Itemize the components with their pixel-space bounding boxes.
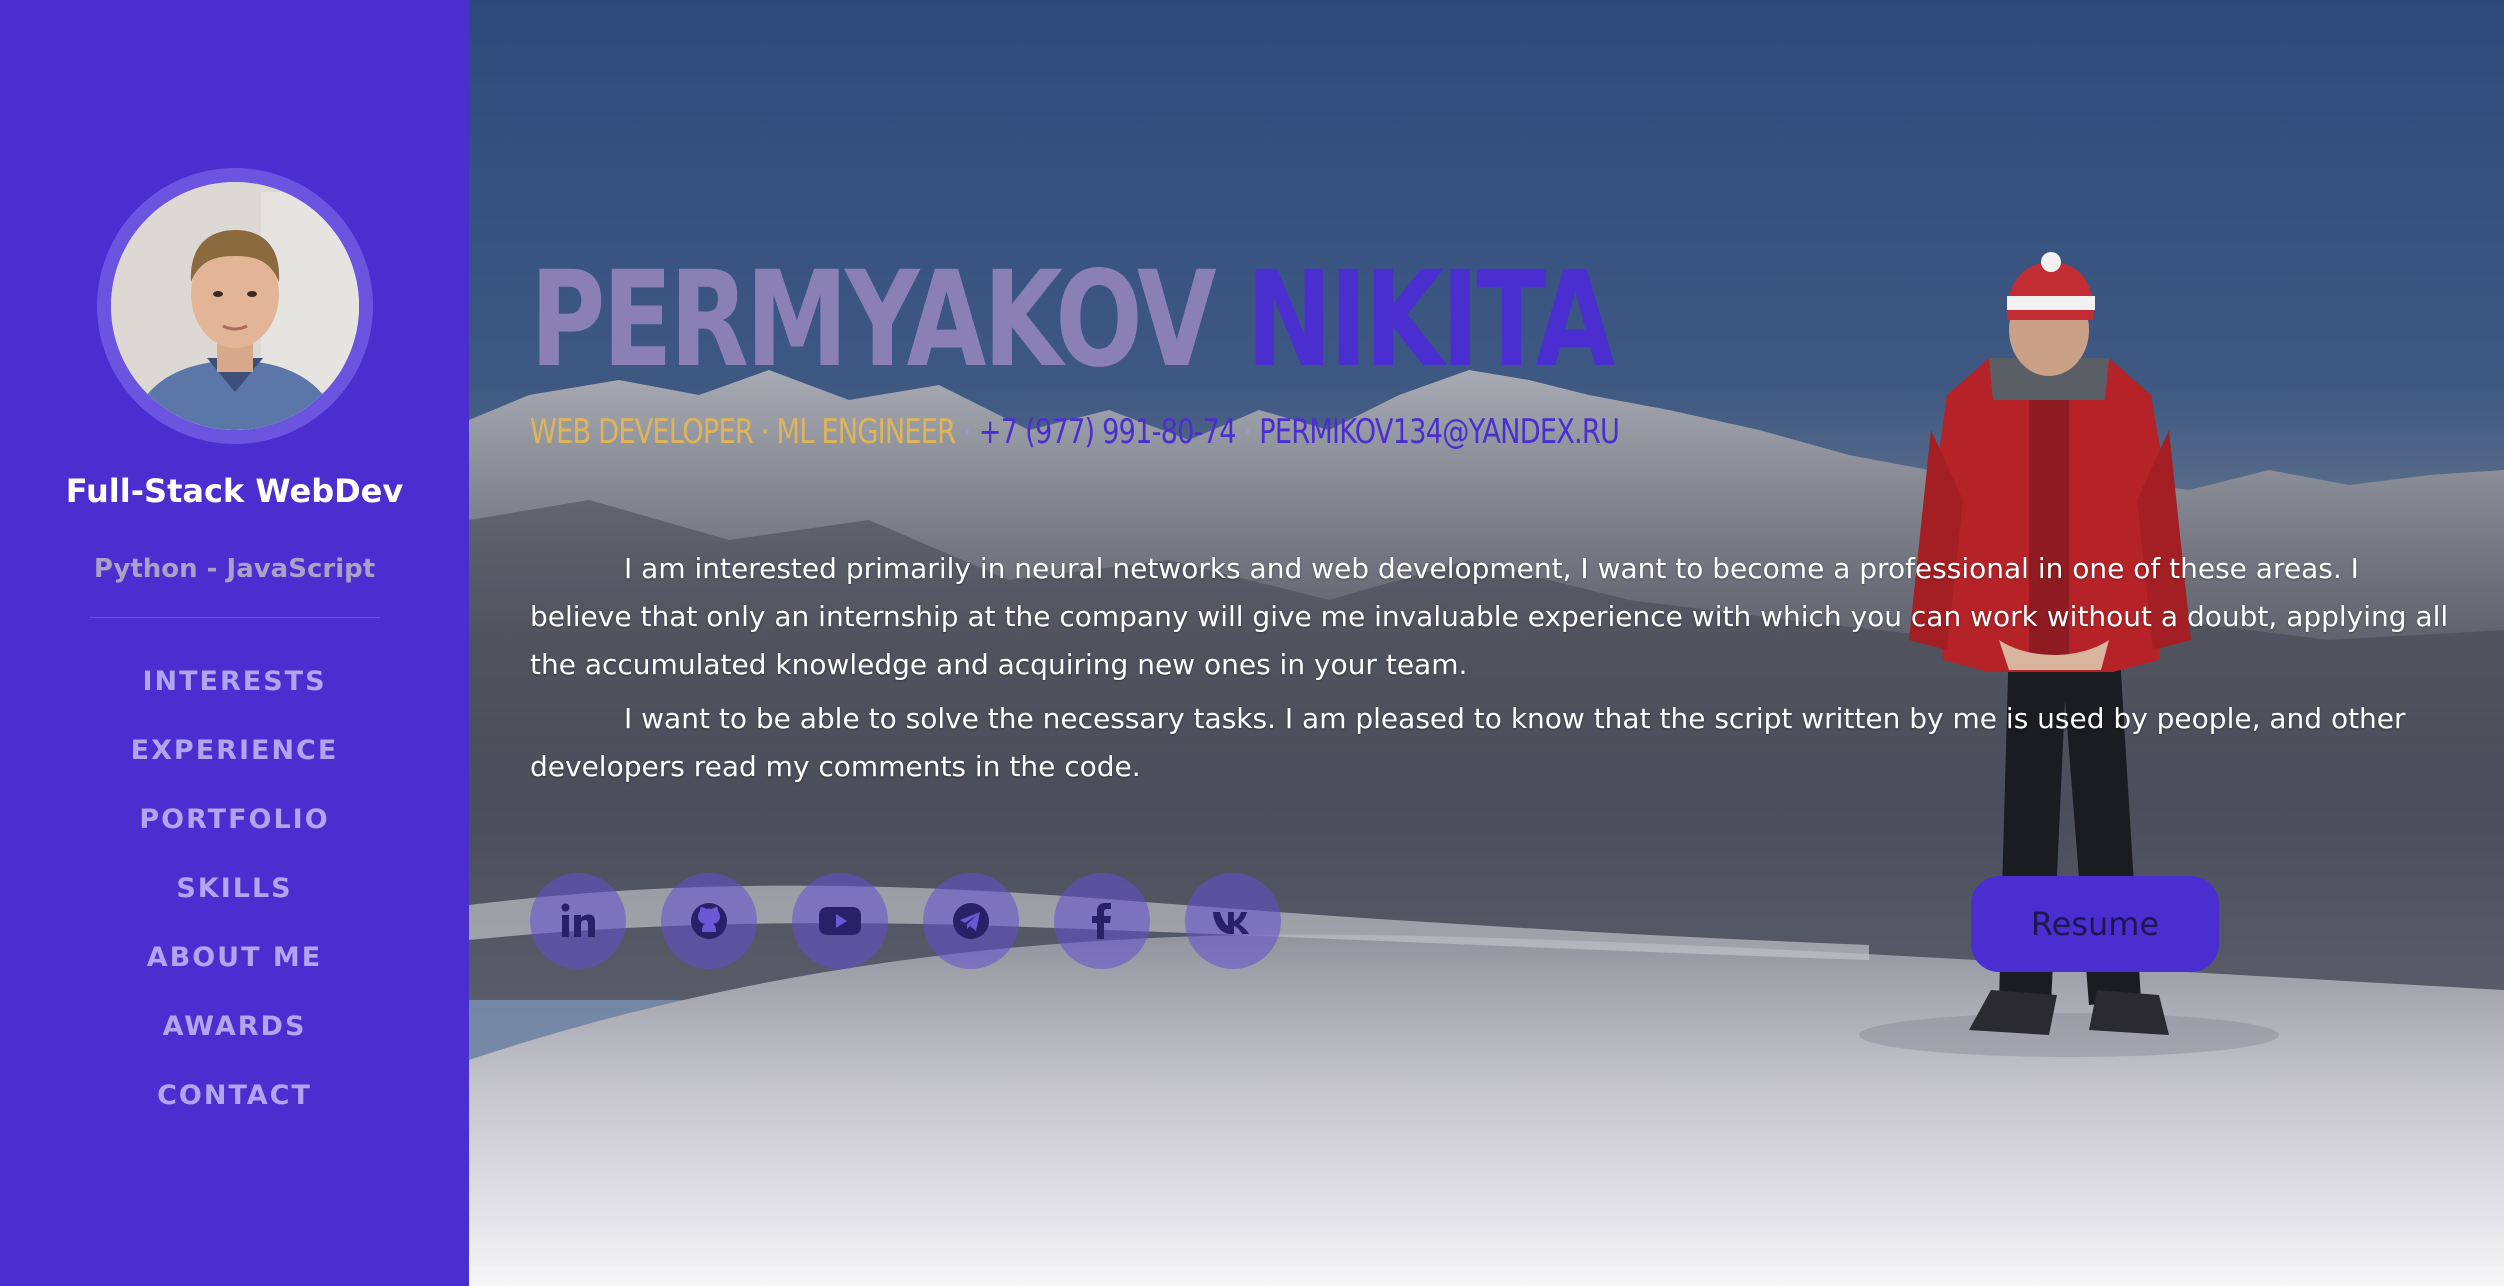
facebook-icon (1092, 903, 1111, 939)
bio-paragraph: I am interested primarily in neural netw… (530, 552, 2449, 681)
subtitle-title: WEB DEVELOPER · ML ENGINEER (530, 412, 956, 452)
resume-button[interactable]: Resume (1971, 876, 2219, 972)
sidebar-stack: Python - JavaScript (93, 554, 376, 584)
github-icon (691, 903, 727, 939)
sidebar-nav: INTERESTS EXPERIENCE PORTFOLIO SKILLS AB… (0, 660, 469, 1143)
subtitle-separator-2: · (1243, 412, 1260, 452)
nav-item-portfolio[interactable]: PORTFOLIO (0, 798, 469, 867)
nav-item-awards[interactable]: AWARDS (0, 1005, 469, 1074)
sidebar-divider (90, 617, 380, 618)
nav-item-contact[interactable]: CONTACT (0, 1074, 469, 1143)
subtitle-email[interactable]: PERMIKOV134@YANDEX.RU (1259, 412, 1620, 452)
avatar (111, 182, 359, 430)
nav-item-experience[interactable]: EXPERIENCE (0, 729, 469, 798)
app-root: Full-Stack WebDev Python - JavaScript IN… (0, 0, 2504, 1286)
sidebar: Full-Stack WebDev Python - JavaScript IN… (0, 0, 469, 1286)
name-first: PERMYAKOV (530, 243, 1217, 397)
youtube-link[interactable] (792, 873, 888, 969)
youtube-icon (819, 907, 861, 935)
subtitle-separator: · (963, 412, 979, 452)
hero-subtitle: WEB DEVELOPER · ML ENGINEER · +7 (977) 9… (530, 412, 1620, 452)
nav-item-about-me[interactable]: ABOUT ME (0, 936, 469, 1005)
telegram-icon (953, 903, 989, 939)
hero-section: PERMYAKOV NIKITA WEB DEVELOPER · ML ENGI… (469, 0, 2504, 1286)
nav-item-skills[interactable]: SKILLS (0, 867, 469, 936)
avatar-portrait (111, 182, 359, 430)
social-links (530, 873, 1281, 969)
linkedin-icon (561, 903, 595, 937)
hero-bio: I am interested primarily in neural netw… (530, 545, 2460, 797)
vk-link[interactable] (1185, 873, 1281, 969)
telegram-link[interactable] (923, 873, 1019, 969)
vk-icon (1213, 912, 1249, 934)
sidebar-role: Full-Stack WebDev (65, 472, 404, 510)
facebook-link[interactable] (1054, 873, 1150, 969)
github-link[interactable] (661, 873, 757, 969)
bio-paragraph: I want to be able to solve the necessary… (530, 702, 2406, 783)
subtitle-phone[interactable]: +7 (977) 991-80-74 (979, 412, 1237, 452)
hero-name: PERMYAKOV NIKITA (530, 240, 1615, 400)
name-last: NIKITA (1246, 243, 1615, 397)
linkedin-link[interactable] (530, 873, 626, 969)
avatar-ring (97, 168, 373, 444)
nav-item-interests[interactable]: INTERESTS (0, 660, 469, 729)
